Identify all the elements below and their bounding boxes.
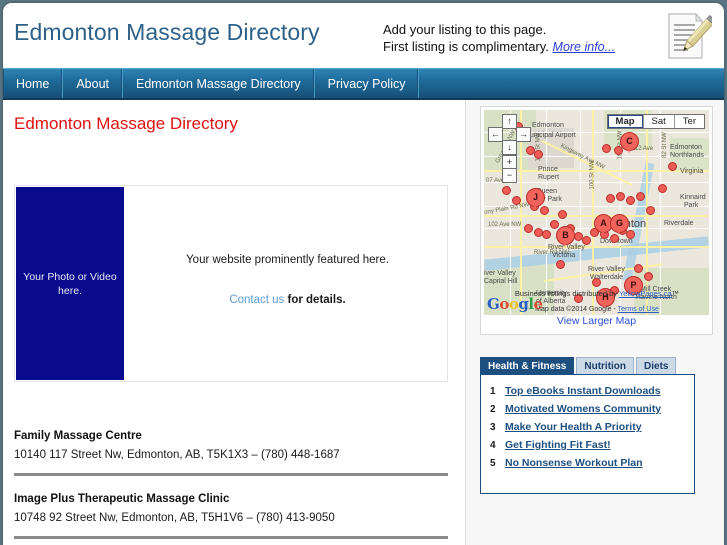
map-road-label: 102 Ave NW: [488, 222, 522, 228]
list-item-link[interactable]: Motivated Womens Community: [505, 403, 661, 415]
map-place-label: Kinnaird: [680, 194, 706, 201]
map-pin: G: [610, 214, 629, 235]
yellowpages-link[interactable]: YellowPages.ca: [619, 289, 672, 298]
listing-item: Image Plus Therapeutic Massage Clinic 10…: [14, 493, 448, 545]
tab-strip: Health & Fitness Nutrition Diets: [480, 356, 695, 374]
map-place-label: Capital Hill: [484, 278, 518, 285]
photo-placeholder: Your Photo or Video here.: [16, 187, 124, 380]
business-listings: Family Massage Centre 10140 117 Street N…: [14, 430, 448, 545]
map-type-button-ter[interactable]: Ter: [675, 115, 704, 128]
map-pan-zoom-control[interactable]: ↑ ← → ↓ + −: [488, 114, 531, 183]
map-place-label: Edmonton: [532, 122, 564, 129]
promo-block: Add your listing to this page. First lis…: [383, 21, 633, 56]
list-item: 4 Get Fighting Fit Fast!: [481, 436, 694, 454]
map-place-label: Northlands: [670, 152, 704, 159]
list-item-number: 5: [490, 458, 496, 469]
site-title: Edmonton Massage Directory: [14, 19, 320, 45]
map-type-button-sat[interactable]: Sat: [644, 115, 675, 128]
contact-suffix-text: for details.: [284, 294, 346, 306]
list-item-number: 1: [490, 386, 496, 397]
map-canvas[interactable]: Kingsway Ave NW 101 St NW 82 St NW 124 S…: [484, 110, 709, 315]
map-type-button-map[interactable]: Map: [608, 115, 644, 128]
map-road-label: 100 St NW: [589, 160, 596, 190]
map-widget[interactable]: Kingsway Ave NW 101 St NW 82 St NW 124 S…: [480, 106, 713, 335]
map-place-label: Victoria: [552, 252, 576, 259]
map-type-control[interactable]: Map Sat Ter: [606, 114, 705, 129]
list-item-link[interactable]: Top eBooks Instant Downloads: [505, 385, 661, 397]
map-road-label: 82 St NW: [661, 132, 668, 158]
tab-health-and-fitness[interactable]: Health & Fitness: [480, 357, 575, 374]
google-logo: Google: [487, 295, 543, 313]
listing-item: Family Massage Centre 10140 117 Street N…: [14, 430, 448, 493]
main-navigation: Home About Edmonton Massage Directory Pr…: [3, 68, 724, 100]
tab-diets[interactable]: Diets: [636, 357, 677, 374]
map-pan-up-button[interactable]: ↑: [502, 114, 517, 129]
map-attribution-suffix: ™: [671, 289, 680, 298]
list-item: 3 Make Your Health A Priority: [481, 418, 694, 436]
more-info-link[interactable]: More info...: [553, 40, 616, 54]
promo-line-2-text: First listing is complimentary.: [383, 39, 549, 54]
nav-item-home[interactable]: Home: [3, 69, 64, 98]
masthead: Edmonton Massage Directory Add your list…: [3, 3, 724, 68]
tab-panel: 1 Top eBooks Instant Downloads 2 Motivat…: [480, 374, 695, 494]
page-title: Edmonton Massage Directory: [14, 114, 238, 133]
list-item: 1 Top eBooks Instant Downloads: [481, 382, 694, 400]
featured-headline: Your website prominently featured here.: [186, 254, 389, 266]
document-pencil-icon: [658, 9, 717, 63]
promo-line-1: Add your listing to this page.: [383, 22, 547, 37]
list-item-number: 2: [490, 404, 496, 415]
map-place-label: Rupert: [538, 174, 560, 181]
list-item: 5 No Nonsense Workout Plan: [481, 454, 694, 472]
map-place-label: Municipal Airport: [524, 132, 576, 139]
contact-us-link[interactable]: Contact us: [229, 294, 284, 306]
promo-line-2: First listing is complimentary. More inf…: [383, 38, 633, 56]
map-place-label: iver Valley: [484, 270, 516, 277]
map-pin: J: [526, 188, 545, 209]
map-zoom-out-button[interactable]: −: [502, 168, 517, 183]
terms-of-use-link[interactable]: Terms of Use: [618, 306, 659, 313]
list-item-link[interactable]: Make Your Health A Priority: [505, 421, 642, 433]
list-item: 2 Motivated Womens Community: [481, 400, 694, 418]
nav-filler: [419, 69, 724, 98]
map-pin: C: [620, 132, 639, 153]
listing-divider: [14, 536, 448, 539]
view-larger-map-link[interactable]: View Larger Map: [484, 315, 709, 327]
featured-contact-line: Contact us for details.: [130, 294, 445, 306]
map-place-label: Riverdale: [664, 220, 694, 227]
listing-address: 10140 117 Street Nw, Edmonton, AB, T5K1X…: [14, 449, 340, 461]
map-pan-right-button[interactable]: →: [516, 127, 531, 142]
photo-placeholder-label: Your Photo or Video here.: [23, 270, 117, 297]
list-item-link[interactable]: Get Fighting Fit Fast!: [505, 439, 611, 451]
list-item-link[interactable]: No Nonsense Workout Plan: [505, 457, 643, 469]
map-place-label: Edmonton: [670, 144, 702, 151]
listing-address: 10748 92 Street Nw, Edmonton, AB, T5H1V6…: [14, 512, 335, 524]
map-pin: B: [556, 226, 575, 247]
map-place-label: Virginia: [680, 168, 704, 175]
listing-name: Image Plus Therapeutic Massage Clinic: [14, 493, 230, 505]
tab-nutrition[interactable]: Nutrition: [576, 357, 635, 374]
listing-divider: [14, 473, 448, 476]
sidebar-tabs-widget: Health & Fitness Nutrition Diets 1 Top e…: [480, 356, 695, 494]
content-row: Edmonton Massage Directory Your Photo or…: [3, 100, 724, 545]
listing-name: Family Massage Centre: [14, 430, 142, 442]
map-place-label: Park: [684, 202, 699, 209]
map-place-label: Prince: [538, 166, 558, 173]
list-item-number: 4: [490, 440, 496, 451]
map-terms-prefix: Map data ©2014 Google -: [535, 306, 618, 313]
map-pan-down-button[interactable]: ↓: [502, 140, 517, 155]
sidebar-column: Kingsway Ave NW 101 St NW 82 St NW 124 S…: [467, 100, 724, 545]
main-content-column: Edmonton Massage Directory Your Photo or…: [3, 100, 466, 545]
featured-listing-card: Your Photo or Video here. Your website p…: [14, 185, 448, 382]
page-shell: Edmonton Massage Directory Add your list…: [3, 3, 724, 545]
list-item-number: 3: [490, 422, 496, 433]
map-pan-left-button[interactable]: ←: [488, 127, 503, 142]
nav-item-privacy-policy[interactable]: Privacy Policy: [315, 69, 420, 98]
nav-item-about[interactable]: About: [63, 69, 124, 98]
nav-item-edmonton-massage-directory[interactable]: Edmonton Massage Directory: [123, 69, 315, 98]
map-place-label: River Valley: [588, 266, 625, 273]
